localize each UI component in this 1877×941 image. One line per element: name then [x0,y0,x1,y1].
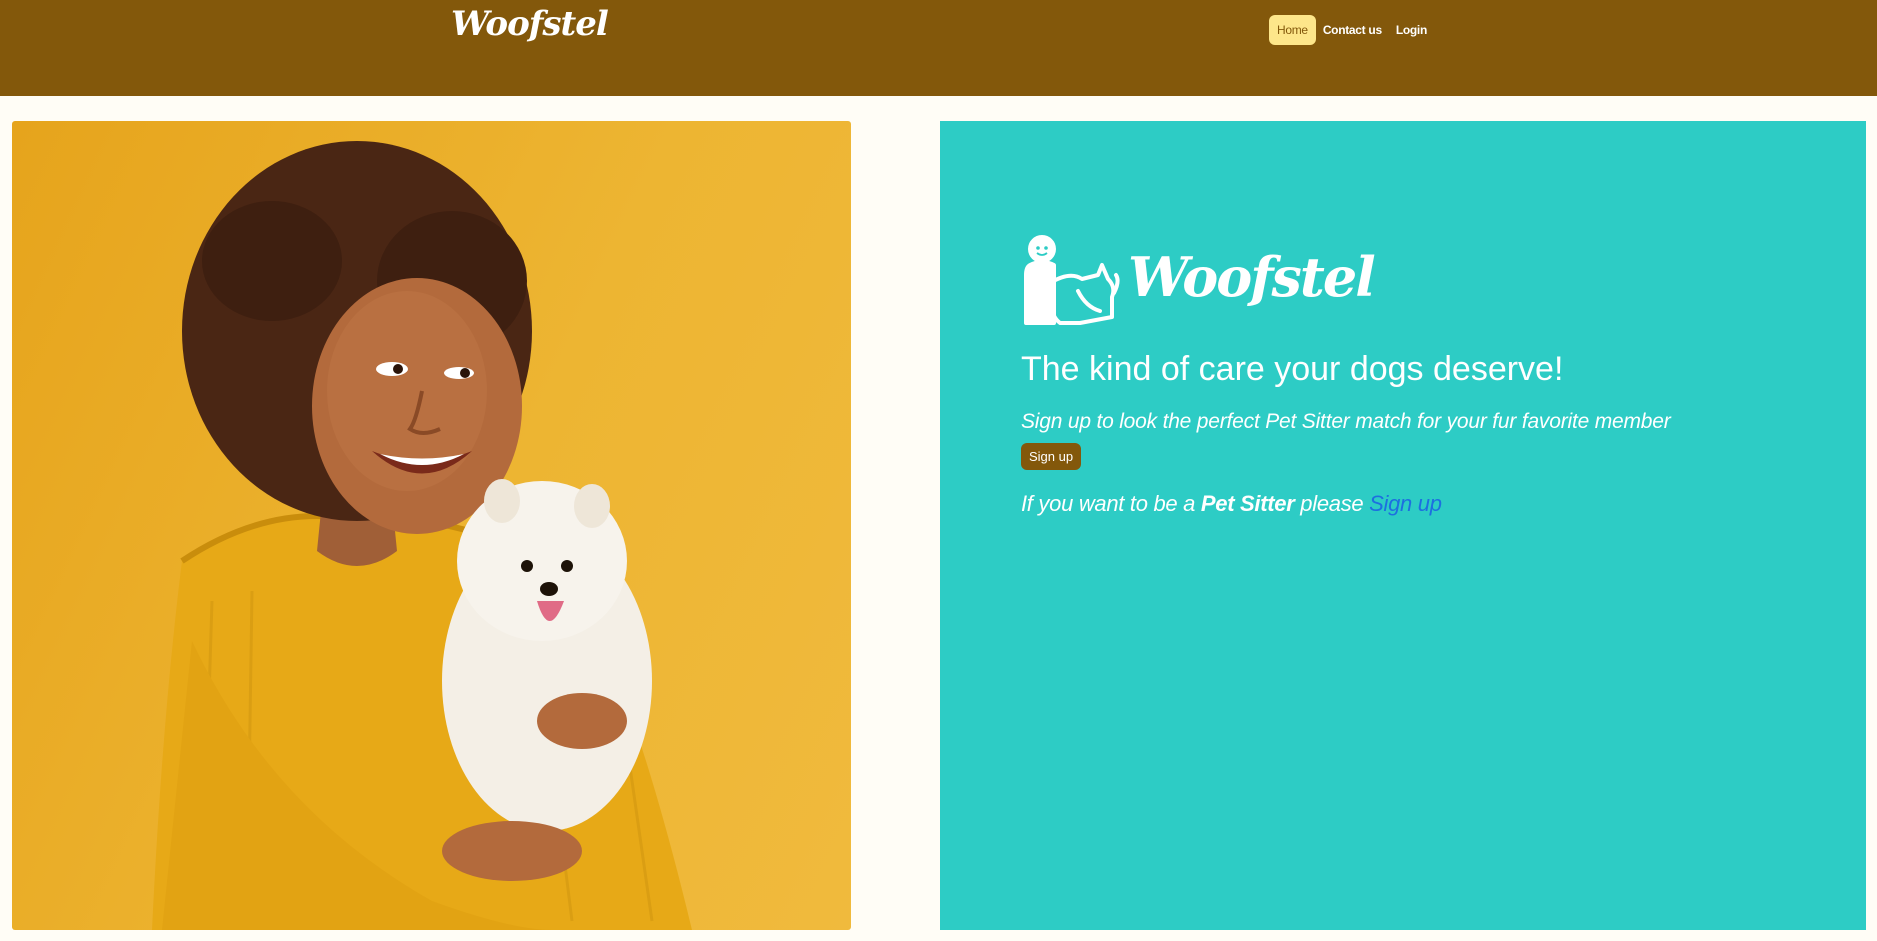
pet-sitter-invite: If you want to be a Pet Sitter please Si… [1021,491,1442,517]
hero-subline: Sign up to look the perfect Pet Sitter m… [1021,410,1671,433]
welcome-panel: Woofstel The kind of care your dogs dese… [940,121,1866,930]
person-hugging-dog-icon [1024,235,1120,325]
brand-logo-link[interactable]: Woofstel [451,4,609,44]
top-navbar: Woofstel Home Contact us Login [0,0,1877,96]
nav-contact-us[interactable]: Contact us [1316,15,1389,45]
hero-headline: The kind of care your dogs deserve! [1021,350,1564,388]
pet-sitter-label: Pet Sitter [1200,491,1295,516]
panel-logo: Woofstel [1020,231,1376,329]
panel-brand-text: Woofstel [1128,245,1376,309]
main-nav: Home Contact us Login [1269,15,1434,45]
signup-button[interactable]: Sign up [1021,443,1082,470]
pet-sitter-signup-link[interactable]: Sign up [1369,491,1442,516]
woman-with-puppy-illustration [152,141,692,930]
pet-sitter-invite-middle: please [1294,491,1370,516]
pet-sitter-invite-prefix: If you want to be a [1021,491,1201,516]
nav-home[interactable]: Home [1269,15,1316,45]
nav-login[interactable]: Login [1389,15,1434,45]
hero-image [12,121,851,930]
